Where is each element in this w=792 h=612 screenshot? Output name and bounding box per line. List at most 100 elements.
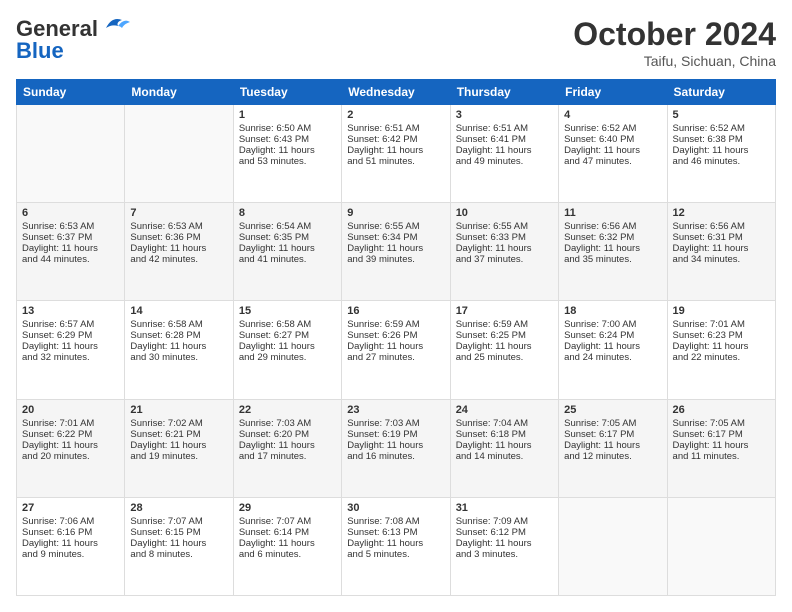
day-info: Daylight: 11 hours — [564, 243, 661, 254]
day-info: and 47 minutes. — [564, 156, 661, 167]
day-info: Daylight: 11 hours — [673, 341, 770, 352]
day-number: 1 — [239, 109, 336, 121]
calendar-cell: 25Sunrise: 7:05 AMSunset: 6:17 PMDayligh… — [559, 399, 667, 497]
day-info: Sunrise: 6:54 AM — [239, 221, 336, 232]
day-info: Daylight: 11 hours — [347, 440, 444, 451]
day-info: Daylight: 11 hours — [239, 243, 336, 254]
day-info: Sunrise: 6:58 AM — [130, 319, 227, 330]
day-number: 19 — [673, 305, 770, 317]
day-info: and 3 minutes. — [456, 549, 553, 560]
day-info: Sunrise: 7:01 AM — [673, 319, 770, 330]
day-info: Daylight: 11 hours — [239, 440, 336, 451]
calendar-cell — [125, 105, 233, 203]
day-info: and 44 minutes. — [22, 254, 119, 265]
day-info: Sunrise: 7:05 AM — [564, 418, 661, 429]
day-info: and 24 minutes. — [564, 352, 661, 363]
day-info: Daylight: 11 hours — [564, 341, 661, 352]
weekday-header-monday: Monday — [125, 80, 233, 105]
day-info: Sunrise: 7:03 AM — [347, 418, 444, 429]
calendar-cell: 23Sunrise: 7:03 AMSunset: 6:19 PMDayligh… — [342, 399, 450, 497]
day-info: and 51 minutes. — [347, 156, 444, 167]
day-info: Daylight: 11 hours — [239, 341, 336, 352]
day-info: and 46 minutes. — [673, 156, 770, 167]
calendar-cell: 2Sunrise: 6:51 AMSunset: 6:42 PMDaylight… — [342, 105, 450, 203]
day-info: Sunset: 6:22 PM — [22, 429, 119, 440]
day-info: Daylight: 11 hours — [130, 538, 227, 549]
day-number: 12 — [673, 207, 770, 219]
day-info: Daylight: 11 hours — [673, 145, 770, 156]
weekday-header-thursday: Thursday — [450, 80, 558, 105]
day-info: and 9 minutes. — [22, 549, 119, 560]
page: General Blue October 2024 Taifu, Sichuan… — [0, 0, 792, 612]
day-number: 9 — [347, 207, 444, 219]
calendar-cell: 24Sunrise: 7:04 AMSunset: 6:18 PMDayligh… — [450, 399, 558, 497]
day-info: Sunset: 6:15 PM — [130, 527, 227, 538]
day-number: 10 — [456, 207, 553, 219]
day-info: Sunset: 6:13 PM — [347, 527, 444, 538]
day-info: and 39 minutes. — [347, 254, 444, 265]
calendar-cell: 22Sunrise: 7:03 AMSunset: 6:20 PMDayligh… — [233, 399, 341, 497]
weekday-header-tuesday: Tuesday — [233, 80, 341, 105]
calendar-cell: 10Sunrise: 6:55 AMSunset: 6:33 PMDayligh… — [450, 203, 558, 301]
day-info: Sunrise: 7:03 AM — [239, 418, 336, 429]
calendar-cell — [667, 497, 775, 595]
day-info: Sunrise: 6:58 AM — [239, 319, 336, 330]
day-info: Sunset: 6:33 PM — [456, 232, 553, 243]
day-info: Daylight: 11 hours — [564, 145, 661, 156]
day-info: Sunset: 6:28 PM — [130, 330, 227, 341]
calendar-week-2: 6Sunrise: 6:53 AMSunset: 6:37 PMDaylight… — [17, 203, 776, 301]
day-info: Sunset: 6:26 PM — [347, 330, 444, 341]
calendar-week-1: 1Sunrise: 6:50 AMSunset: 6:43 PMDaylight… — [17, 105, 776, 203]
calendar-cell: 9 Sunrise: 6:55 AMSunset: 6:34 PMDaylight… — [342, 203, 450, 301]
month-title: October 2024 — [573, 16, 776, 53]
day-info: Daylight: 11 hours — [347, 243, 444, 254]
day-info: Sunset: 6:25 PM — [456, 330, 553, 341]
day-info: Sunrise: 7:09 AM — [456, 516, 553, 527]
day-info: Daylight: 11 hours — [456, 341, 553, 352]
day-number: 6 — [22, 207, 119, 219]
day-number: 15 — [239, 305, 336, 317]
day-info: Sunset: 6:16 PM — [22, 527, 119, 538]
day-info: Sunrise: 6:55 AM — [347, 221, 444, 232]
day-info: Sunrise: 7:07 AM — [239, 516, 336, 527]
calendar-header-row: SundayMondayTuesdayWednesdayThursdayFrid… — [17, 80, 776, 105]
day-info: Sunrise: 7:08 AM — [347, 516, 444, 527]
day-info: Sunrise: 6:53 AM — [130, 221, 227, 232]
day-info: Sunset: 6:34 PM — [347, 232, 444, 243]
calendar-cell: 3Sunrise: 6:51 AMSunset: 6:41 PMDaylight… — [450, 105, 558, 203]
day-number: 14 — [130, 305, 227, 317]
day-number: 17 — [456, 305, 553, 317]
day-info: Sunset: 6:18 PM — [456, 429, 553, 440]
day-number: 13 — [22, 305, 119, 317]
day-info: Daylight: 11 hours — [239, 145, 336, 156]
calendar-cell: 26Sunrise: 7:05 AMSunset: 6:17 PMDayligh… — [667, 399, 775, 497]
day-info: Sunset: 6:40 PM — [564, 134, 661, 145]
calendar-cell: 15 Sunrise: 6:58 AMSunset: 6:27 PMDayligh… — [233, 301, 341, 399]
day-number: 8 — [239, 207, 336, 219]
day-number: 5 — [673, 109, 770, 121]
day-info: Daylight: 11 hours — [456, 145, 553, 156]
calendar-cell: 4Sunrise: 6:52 AMSunset: 6:40 PMDaylight… — [559, 105, 667, 203]
day-info: Daylight: 11 hours — [130, 243, 227, 254]
day-info: Daylight: 11 hours — [22, 440, 119, 451]
day-info: Sunrise: 6:50 AM — [239, 123, 336, 134]
day-info: Sunrise: 6:51 AM — [347, 123, 444, 134]
day-info: Sunset: 6:27 PM — [239, 330, 336, 341]
calendar-cell: 19 Sunrise: 7:01 AMSunset: 6:23 PMDayligh… — [667, 301, 775, 399]
calendar-cell: 18Sunrise: 7:00 AMSunset: 6:24 PMDayligh… — [559, 301, 667, 399]
day-info: and 8 minutes. — [130, 549, 227, 560]
day-info: Daylight: 11 hours — [456, 538, 553, 549]
day-number: 30 — [347, 502, 444, 514]
calendar-cell: 16Sunrise: 6:59 AMSunset: 6:26 PMDayligh… — [342, 301, 450, 399]
calendar-cell: 13Sunrise: 6:57 AMSunset: 6:29 PMDayligh… — [17, 301, 125, 399]
calendar-cell: 30Sunrise: 7:08 AMSunset: 6:13 PMDayligh… — [342, 497, 450, 595]
day-info: Daylight: 11 hours — [673, 440, 770, 451]
day-number: 25 — [564, 404, 661, 416]
day-info: and 6 minutes. — [239, 549, 336, 560]
day-number: 16 — [347, 305, 444, 317]
calendar-cell: 27Sunrise: 7:06 AMSunset: 6:16 PMDayligh… — [17, 497, 125, 595]
day-info: and 12 minutes. — [564, 451, 661, 462]
logo-bird-icon — [102, 14, 130, 36]
weekday-header-sunday: Sunday — [17, 80, 125, 105]
day-info: Sunset: 6:23 PM — [673, 330, 770, 341]
